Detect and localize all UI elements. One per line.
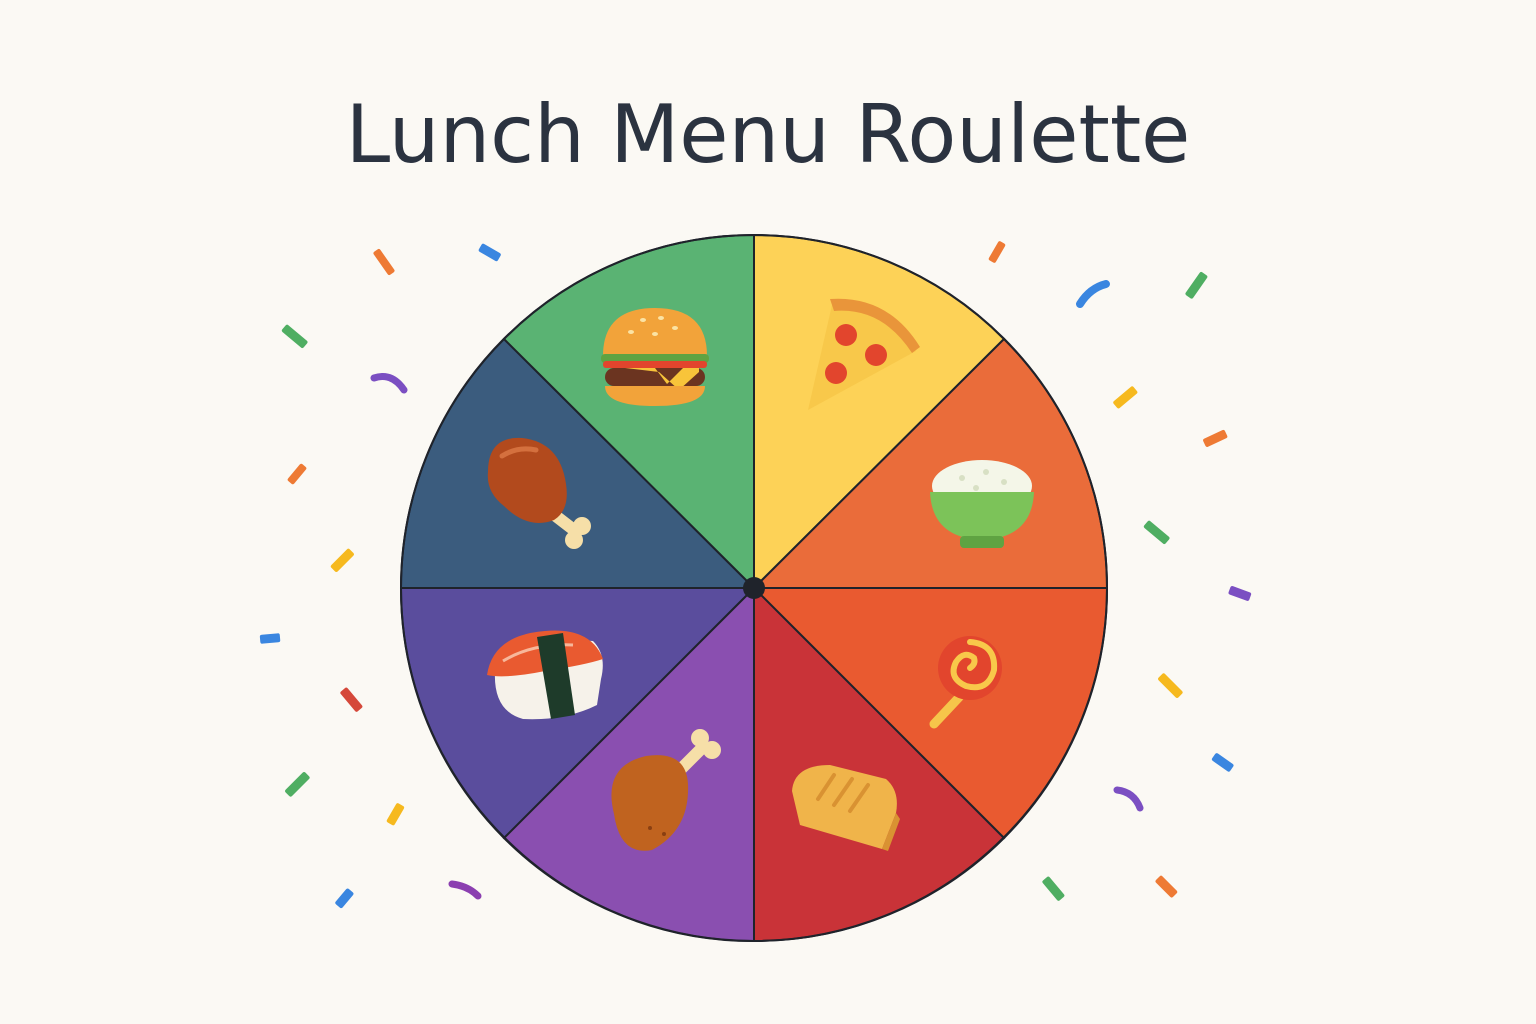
confetti-piece <box>370 373 408 394</box>
confetti-piece <box>1113 786 1144 812</box>
confetti-piece <box>259 633 281 644</box>
confetti-piece <box>1158 673 1183 698</box>
confetti-piece <box>1076 280 1110 308</box>
confetti-piece <box>1155 875 1178 898</box>
confetti-piece <box>448 880 482 900</box>
confetti-piece <box>988 241 1006 263</box>
confetti-piece <box>1042 876 1065 901</box>
wheel-hub[interactable] <box>743 577 765 599</box>
confetti-piece <box>285 772 310 797</box>
confetti-piece <box>281 324 308 349</box>
confetti-piece <box>330 548 354 572</box>
confetti-piece <box>1143 520 1170 545</box>
game-screen: Lunch Menu Roulette <box>0 0 1536 1024</box>
confetti-piece <box>1211 753 1234 772</box>
confetti-piece <box>1228 586 1252 601</box>
confetti-piece <box>287 463 307 485</box>
confetti-piece <box>1113 386 1138 409</box>
confetti-piece <box>386 803 405 826</box>
roulette-scene <box>259 233 1252 943</box>
confetti-piece <box>478 243 501 262</box>
confetti-piece <box>335 888 354 909</box>
confetti-piece <box>1185 272 1208 299</box>
burger-icon <box>601 308 709 406</box>
confetti-piece <box>373 249 395 275</box>
confetti-piece <box>1203 429 1228 447</box>
confetti-piece <box>340 687 363 712</box>
